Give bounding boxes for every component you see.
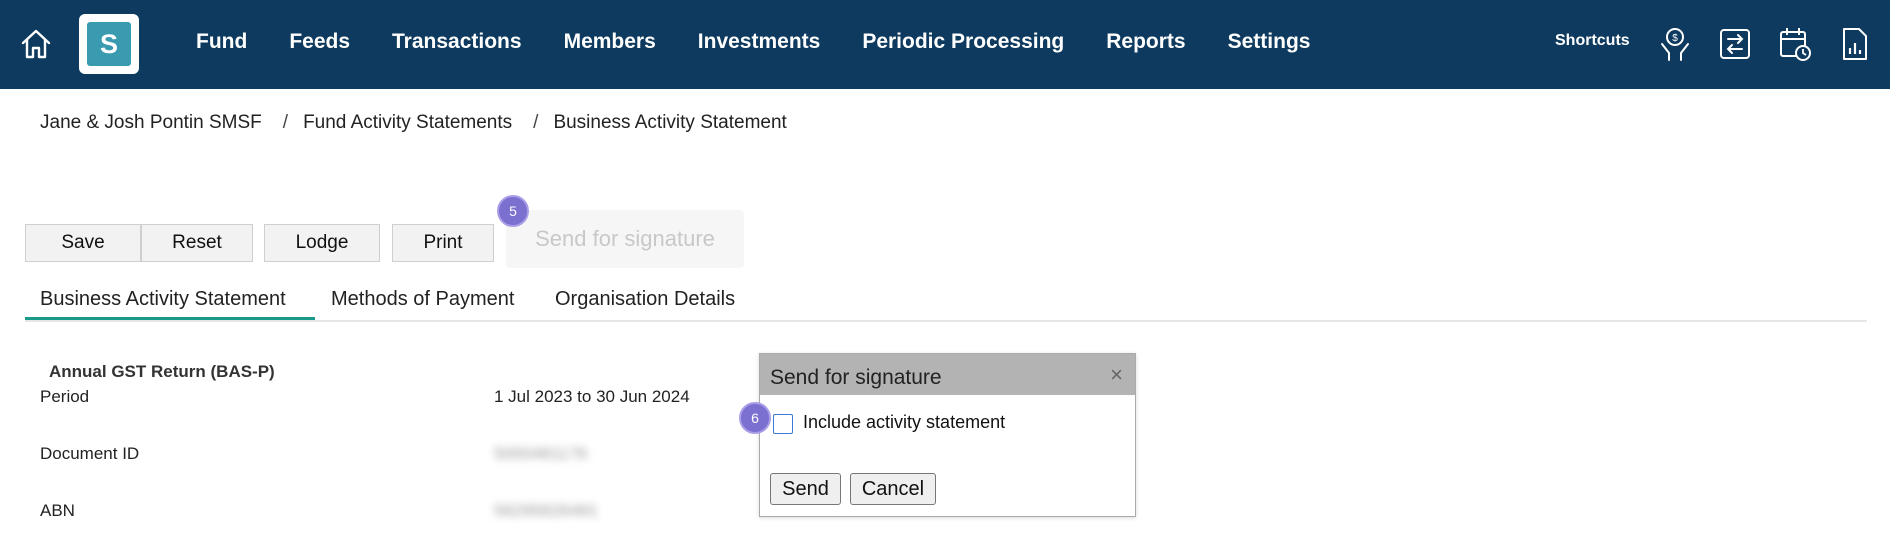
tab-organisation-details[interactable]: Organisation Details [555, 288, 735, 311]
step-marker: 5 [497, 195, 529, 227]
include-activity-statement-label[interactable]: Include activity statement [803, 412, 1005, 433]
send-for-signature-dialog: Send for signature × Include activity st… [759, 353, 1136, 517]
nav-investments[interactable]: Investments [698, 30, 821, 54]
abn-label: ABN [40, 501, 75, 520]
abn-value: 56295826481 [494, 501, 599, 520]
nav-transactions[interactable]: Transactions [392, 30, 522, 54]
home-icon[interactable] [18, 26, 54, 62]
report-document-icon[interactable] [1838, 26, 1872, 62]
period-value: 1 Jul 2023 to 30 Jun 2024 [494, 387, 690, 406]
shortcuts-label: Shortcuts [1555, 32, 1630, 49]
app-logo[interactable]: S [79, 14, 139, 74]
close-icon[interactable]: × [1110, 362, 1123, 388]
tab-business-activity-statement[interactable]: Business Activity Statement [40, 288, 286, 311]
print-button[interactable]: Print [392, 224, 494, 262]
svg-text:$: $ [1672, 33, 1678, 44]
tab-methods-of-payment[interactable]: Methods of Payment [331, 288, 514, 311]
document-id-label: Document ID [40, 444, 140, 463]
step-marker: 6 [739, 402, 771, 434]
calendar-clock-icon[interactable] [1778, 26, 1812, 62]
breadcrumb-current-page: Business Activity Statement [553, 112, 787, 133]
money-hand-icon[interactable]: $ [1658, 26, 1692, 62]
dialog-title: Send for signature [770, 366, 942, 389]
active-tab-indicator [25, 317, 315, 320]
include-activity-statement-checkbox[interactable] [773, 414, 793, 434]
nav-members[interactable]: Members [564, 30, 656, 54]
nav-settings[interactable]: Settings [1228, 30, 1311, 54]
tab-bar: Business Activity Statement Methods of P… [25, 286, 1867, 322]
nav-reports[interactable]: Reports [1106, 30, 1185, 54]
send-button[interactable]: Send [770, 473, 841, 505]
top-navigation-bar: S Fund Feeds Transactions Members Invest… [0, 0, 1890, 89]
breadcrumb-fund-activity-statements[interactable]: Fund Activity Statements [303, 112, 512, 133]
nav-periodic-processing[interactable]: Periodic Processing [862, 30, 1064, 54]
main-nav: Fund Feeds Transactions Members Investme… [196, 30, 1352, 54]
period-label: Period [40, 387, 90, 406]
logo-letter: S [87, 22, 131, 66]
nav-fund[interactable]: Fund [196, 30, 247, 54]
save-button[interactable]: Save [25, 224, 141, 262]
cancel-button[interactable]: Cancel [850, 473, 936, 505]
breadcrumb: Jane & Josh Pontin SMSF / Fund Activity St… [40, 112, 787, 134]
document-id-value: 5000481176 [494, 444, 588, 463]
send-for-signature-button[interactable]: Send for signature [506, 210, 744, 268]
reset-button[interactable]: Reset [141, 224, 253, 262]
section-title: Annual GST Return (BAS-P) [49, 362, 275, 381]
breadcrumb-separator: / [533, 112, 539, 133]
lodge-button[interactable]: Lodge [264, 224, 380, 262]
breadcrumb-separator: / [282, 112, 289, 133]
breadcrumb-fund[interactable]: Jane & Josh Pontin SMSF [40, 112, 262, 133]
nav-feeds[interactable]: Feeds [289, 30, 350, 54]
transfer-icon[interactable] [1718, 26, 1752, 62]
